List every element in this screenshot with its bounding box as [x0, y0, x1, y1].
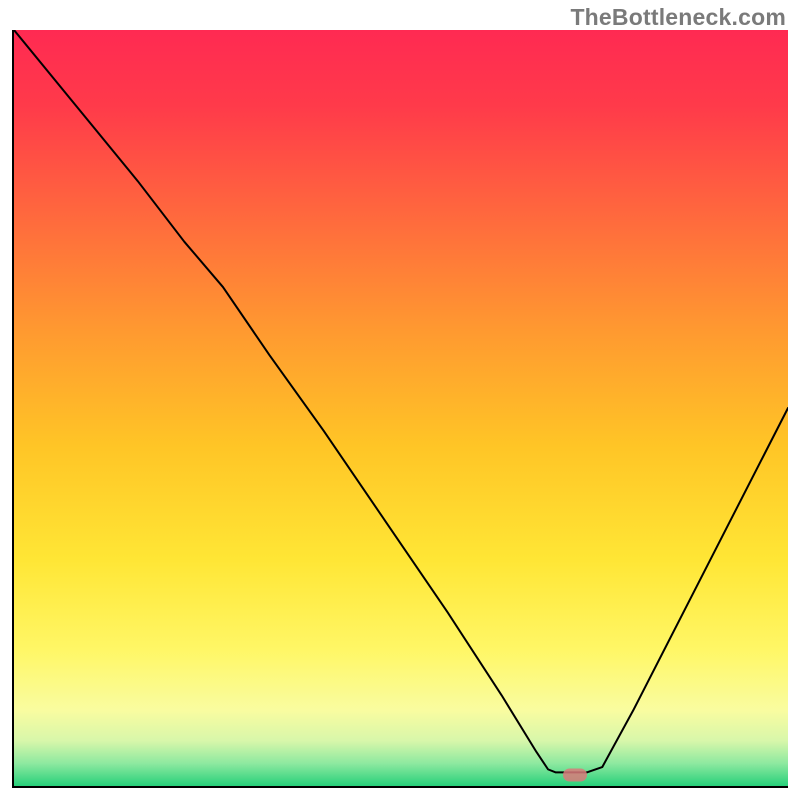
watermark-text: TheBottleneck.com [570, 4, 786, 31]
optimal-marker [563, 768, 587, 781]
curve-layer [14, 30, 788, 786]
bottleneck-curve [14, 30, 788, 772]
plot-area [12, 30, 788, 788]
chart-frame: TheBottleneck.com [0, 0, 800, 800]
